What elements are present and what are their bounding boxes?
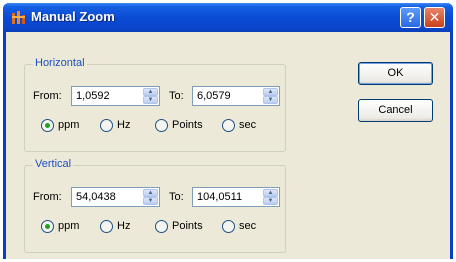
- close-icon: ✕: [428, 9, 441, 25]
- horizontal-from-spinner[interactable]: ▲ ▼: [143, 88, 158, 104]
- horizontal-group: Horizontal From: ▲ ▼ To: ▲ ▼ ppm Hz: [24, 57, 286, 152]
- spin-up-arrow-icon[interactable]: ▲: [143, 88, 158, 96]
- app-logo-icon: [12, 11, 25, 24]
- horizontal-from-label: From:: [33, 90, 62, 102]
- horizontal-points-radio[interactable]: [155, 119, 168, 132]
- horizontal-hz-radio[interactable]: [100, 119, 113, 132]
- help-icon: ?: [406, 9, 415, 25]
- vertical-group: Vertical From: ▲ ▼ To: ▲ ▼ ppm Hz: [24, 158, 286, 253]
- cancel-button[interactable]: Cancel: [358, 99, 433, 122]
- vertical-to-field: ▲ ▼: [192, 187, 280, 207]
- vertical-to-label: To:: [169, 191, 184, 203]
- vertical-ppm-label: ppm: [58, 220, 80, 232]
- vertical-points-label: Points: [172, 220, 203, 232]
- vertical-hz-radio[interactable]: [100, 220, 113, 233]
- horizontal-to-field: ▲ ▼: [192, 86, 280, 106]
- vertical-sec-label: sec: [239, 220, 257, 232]
- horizontal-to-input[interactable]: [195, 88, 263, 104]
- spin-up-arrow-icon[interactable]: ▲: [263, 88, 278, 96]
- horizontal-to-label: To:: [169, 90, 184, 102]
- horizontal-from-input[interactable]: [74, 88, 142, 104]
- spin-down-arrow-icon[interactable]: ▼: [263, 197, 278, 205]
- spin-down-arrow-icon[interactable]: ▼: [263, 96, 278, 104]
- ok-button[interactable]: OK: [358, 62, 433, 85]
- vertical-sec-radio[interactable]: [222, 220, 235, 233]
- dialog-body: Horizontal From: ▲ ▼ To: ▲ ▼ ppm Hz: [6, 32, 450, 259]
- vertical-from-spinner[interactable]: ▲ ▼: [143, 189, 158, 205]
- horizontal-ppm-radio[interactable]: [41, 119, 54, 132]
- vertical-hz-label: Hz: [117, 220, 131, 232]
- horizontal-sec-label: sec: [239, 119, 257, 131]
- vertical-legend: Vertical: [33, 158, 74, 170]
- spin-down-arrow-icon[interactable]: ▼: [143, 197, 158, 205]
- title-bar[interactable]: Manual Zoom ? ✕: [3, 3, 453, 32]
- vertical-ppm-radio[interactable]: [41, 220, 54, 233]
- horizontal-points-label: Points: [172, 119, 203, 131]
- vertical-from-input[interactable]: [74, 189, 142, 205]
- vertical-from-field: ▲ ▼: [71, 187, 160, 207]
- spin-up-arrow-icon[interactable]: ▲: [263, 189, 278, 197]
- spin-down-arrow-icon[interactable]: ▼: [143, 96, 158, 104]
- vertical-from-label: From:: [33, 191, 62, 203]
- spin-up-arrow-icon[interactable]: ▲: [143, 189, 158, 197]
- horizontal-ppm-label: ppm: [58, 119, 80, 131]
- vertical-points-radio[interactable]: [155, 220, 168, 233]
- help-button[interactable]: ?: [400, 7, 421, 28]
- vertical-to-spinner[interactable]: ▲ ▼: [263, 189, 278, 205]
- horizontal-to-spinner[interactable]: ▲ ▼: [263, 88, 278, 104]
- window-title: Manual Zoom: [31, 9, 115, 24]
- horizontal-legend: Horizontal: [33, 57, 87, 69]
- manual-zoom-dialog: Manual Zoom ? ✕ Horizontal From: ▲ ▼ To:: [3, 3, 453, 259]
- horizontal-sec-radio[interactable]: [222, 119, 235, 132]
- horizontal-from-field: ▲ ▼: [71, 86, 160, 106]
- horizontal-hz-label: Hz: [117, 119, 131, 131]
- close-button[interactable]: ✕: [424, 7, 445, 28]
- vertical-to-input[interactable]: [195, 189, 263, 205]
